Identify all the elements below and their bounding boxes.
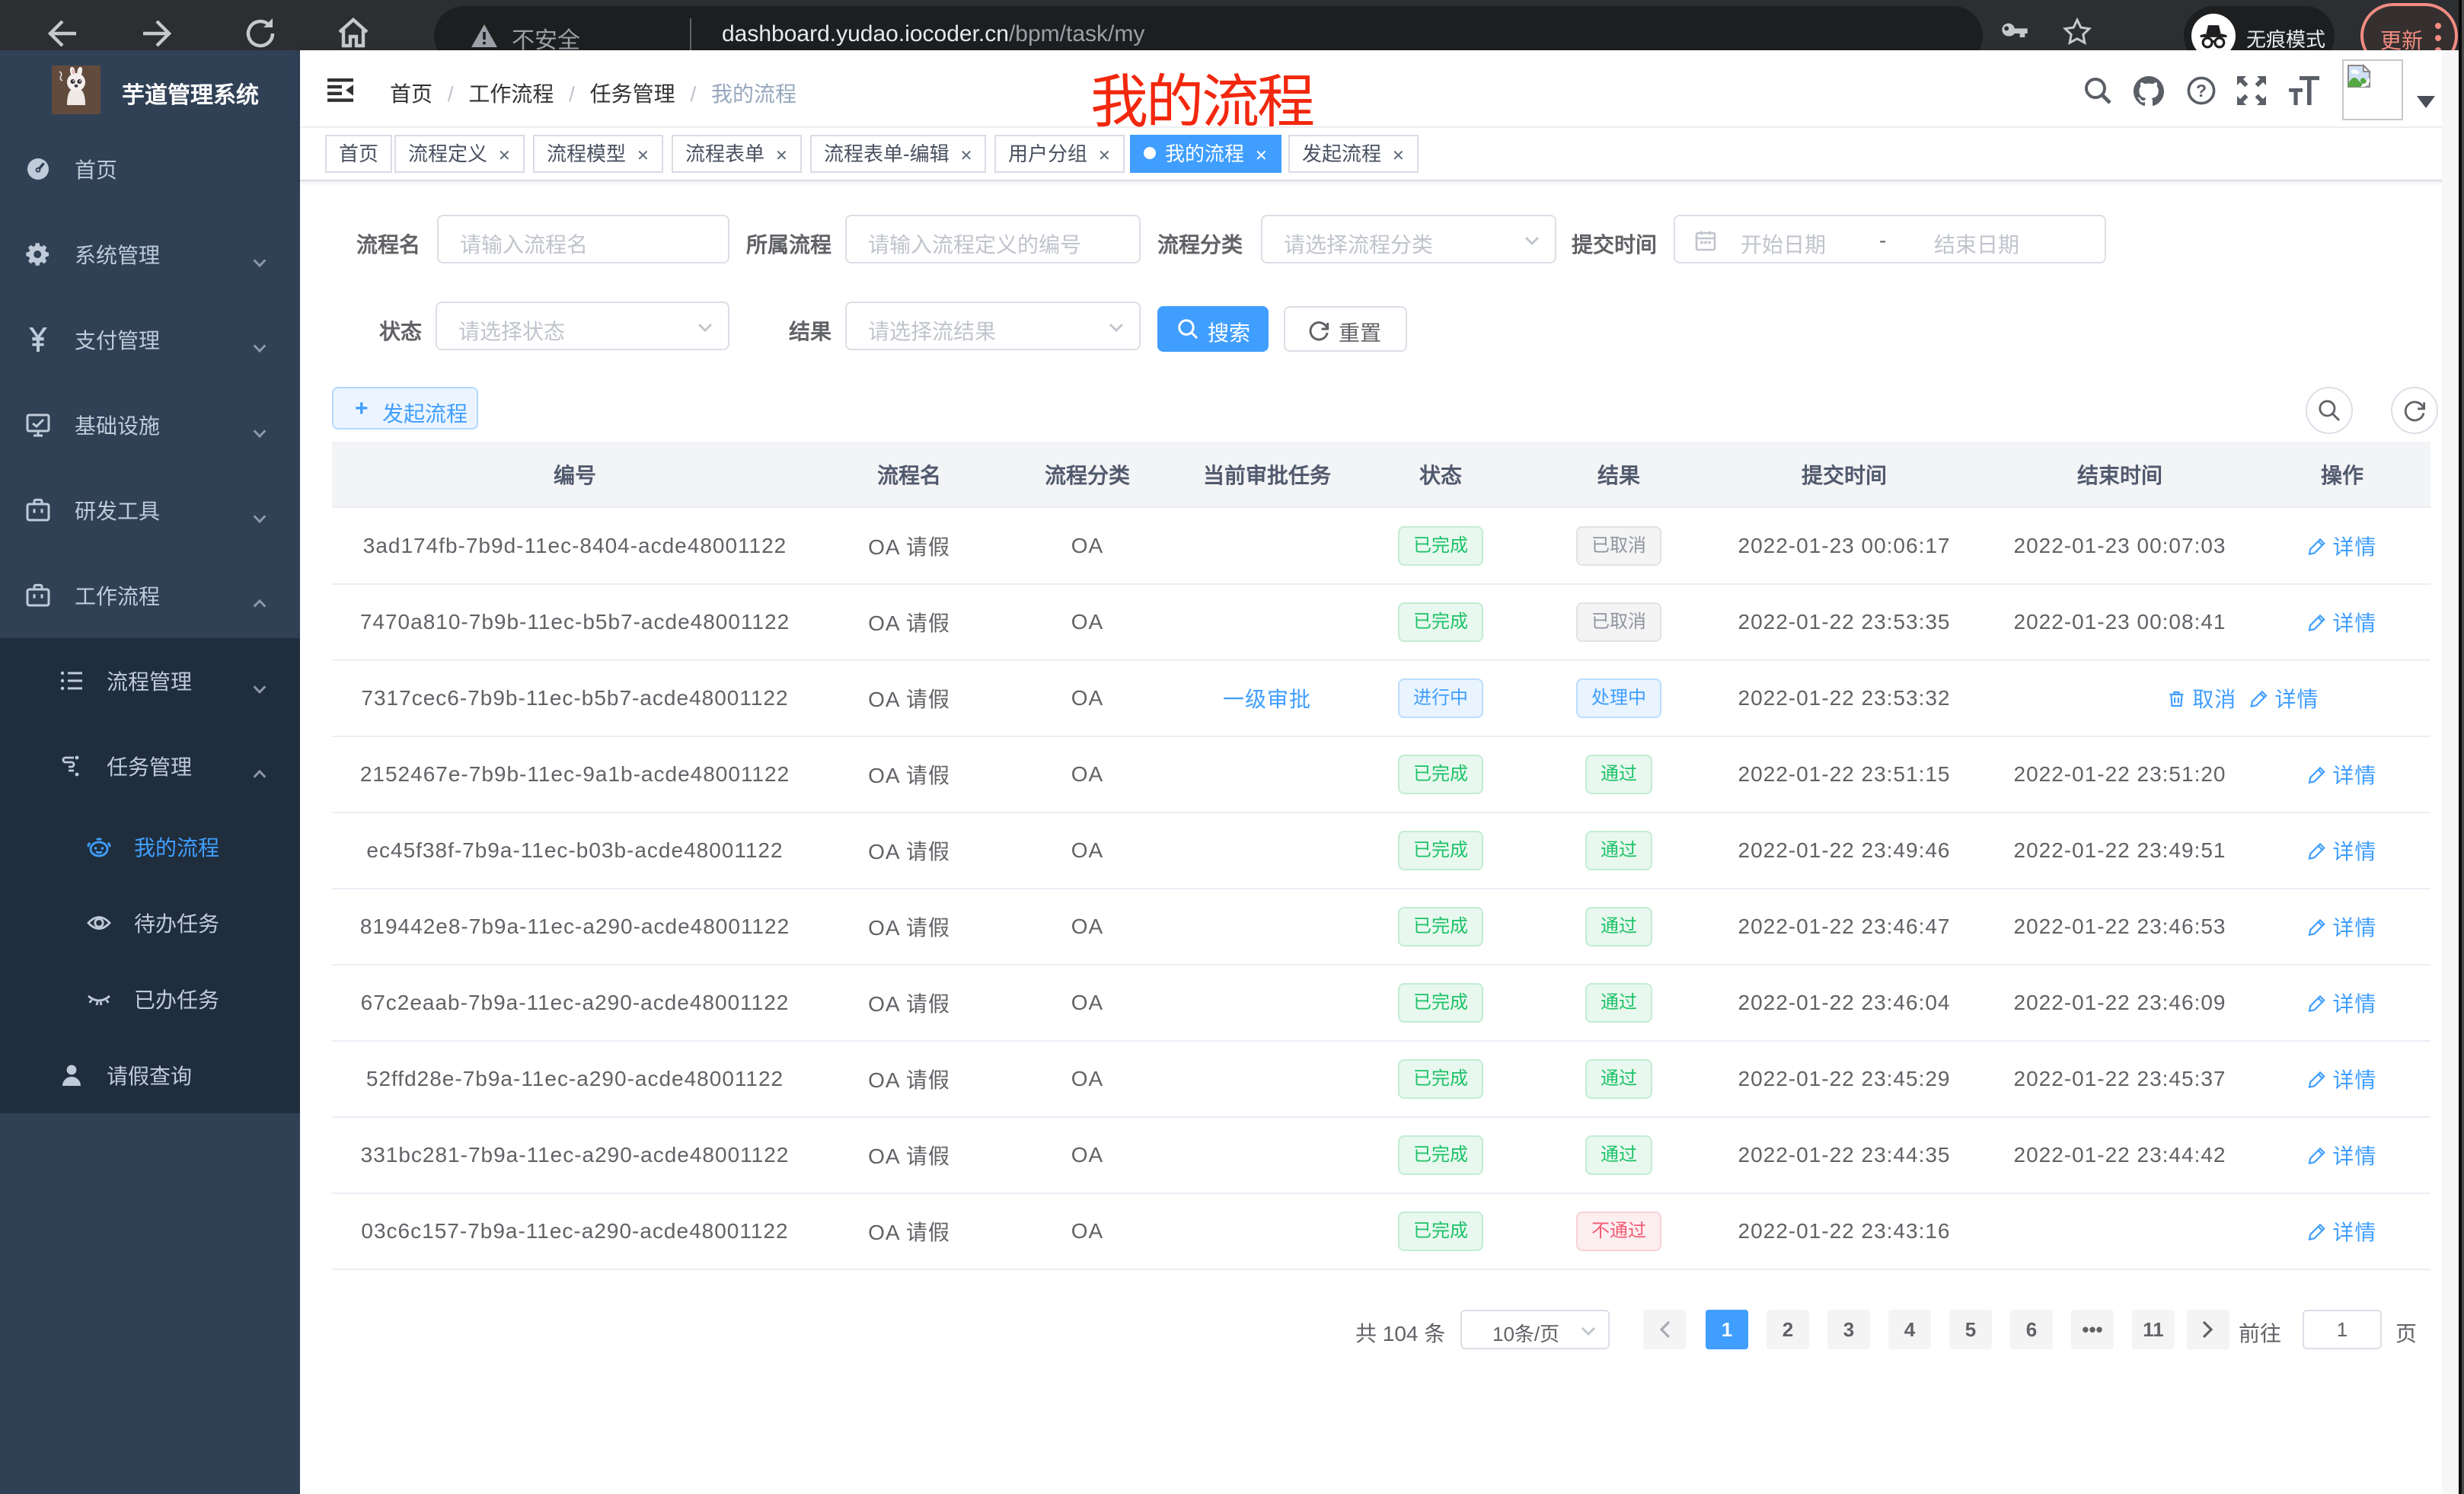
svg-text:?: ? bbox=[2196, 81, 2207, 101]
